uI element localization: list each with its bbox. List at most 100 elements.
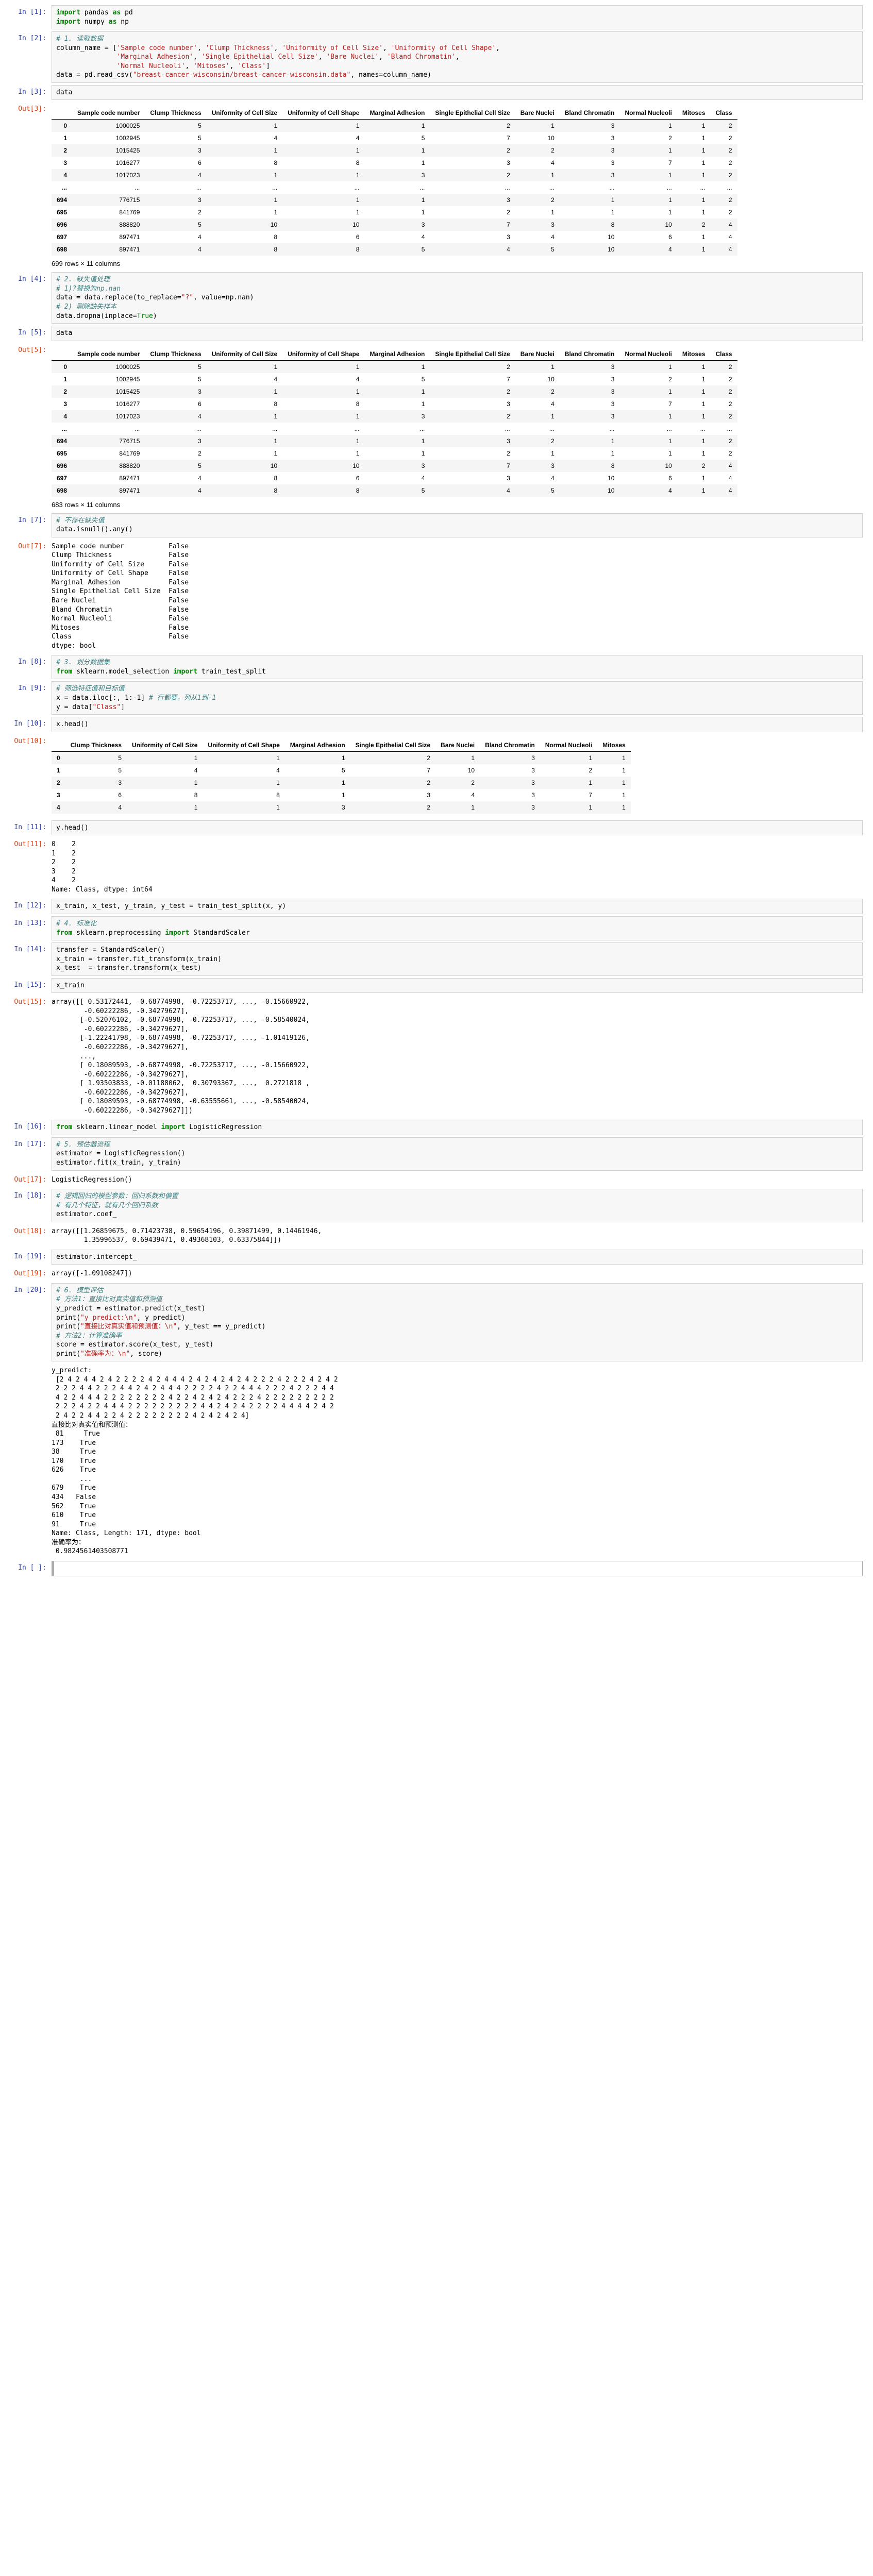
code-cell[interactable]: [52, 1561, 863, 1576]
column-header: Uniformity of Cell Shape: [203, 739, 284, 752]
input-prompt: In [5]:: [10, 326, 52, 341]
output-text: 0 2 1 2 2 2 3 2 4 2 Name: Class, dtype: …: [52, 840, 859, 894]
column-header: Clump Thickness: [145, 107, 206, 120]
table-row: 0511121311: [52, 751, 631, 764]
code-cell[interactable]: x_train, x_test, y_train, y_test = train…: [52, 899, 863, 914]
output-area: Sample code numberClump ThicknessUniform…: [52, 102, 863, 270]
column-header: Mitoses: [677, 107, 711, 120]
column-header: Normal Nucleoli: [540, 739, 597, 752]
output-area: Sample code number False Clump Thickness…: [52, 540, 863, 653]
table-row: 2311122311: [52, 777, 631, 789]
column-header: Bare Nuclei: [515, 348, 560, 361]
code-content: # 逻辑回归的模型参数：回归系数和偏置 # 有几个特征，就有几个回归系数 est…: [56, 1192, 858, 1219]
code-cell[interactable]: # 2. 缺失值处理 # 1)?替换为np.nan data = data.re…: [52, 272, 863, 324]
table-row: ....................................: [52, 423, 737, 435]
output-area: LogisticRegression(): [52, 1173, 863, 1187]
output-prompt: Out[17]:: [10, 1173, 52, 1187]
code-cell[interactable]: # 逻辑回归的模型参数：回归系数和偏置 # 有几个特征，就有几个回归系数 est…: [52, 1189, 863, 1222]
code-cell[interactable]: # 6. 模型评估 # 方法1：直接比对真实值和预测值 y_predict = …: [52, 1283, 863, 1361]
column-header: Uniformity of Cell Size: [207, 107, 282, 120]
code-cell[interactable]: # 1. 读取数据 column_name = ['Sample code nu…: [52, 31, 863, 83]
code-content: x_train, x_test, y_train, y_test = train…: [56, 902, 858, 911]
input-prompt: In [8]:: [10, 655, 52, 679]
code-cell[interactable]: # 不存在缺失值 data.isnull().any(): [52, 513, 863, 537]
output-area: Clump ThicknessUniformity of Cell SizeUn…: [52, 734, 863, 818]
output-prompt: Out[3]:: [10, 102, 52, 270]
column-header: Bland Chromatin: [560, 107, 620, 120]
output-area: Sample code numberClump ThicknessUniform…: [52, 343, 863, 511]
dataframe-table: Sample code numberClump ThicknessUniform…: [52, 107, 737, 256]
input-prompt: In [10]:: [10, 717, 52, 732]
code-cell[interactable]: data: [52, 85, 863, 100]
output-prompt: Out[19]:: [10, 1267, 52, 1281]
input-prompt: In [4]:: [10, 272, 52, 324]
output-text: array([-1.09108247]): [52, 1269, 859, 1278]
code-cell[interactable]: x_train: [52, 978, 863, 994]
code-content: # 4. 标准化 from sklearn.preprocessing impo…: [56, 919, 858, 937]
output-prompt: Out[10]:: [10, 734, 52, 818]
column-header: Normal Nucleoli: [619, 107, 677, 120]
column-header: Sample code number: [72, 107, 145, 120]
column-header: Mitoses: [677, 348, 711, 361]
output-text: LogisticRegression(): [52, 1175, 859, 1185]
output-area: 0 2 1 2 2 2 3 2 4 2 Name: Class, dtype: …: [52, 837, 863, 897]
table-row: 6958417692111211112: [52, 206, 737, 218]
code-cell[interactable]: # 3. 划分数据集 from sklearn.model_selection …: [52, 655, 863, 679]
table-row: 210154253111223112: [52, 385, 737, 398]
code-cell[interactable]: x.head(): [52, 717, 863, 732]
column-header: Class: [711, 348, 737, 361]
row-count: 699 rows × 11 columns: [52, 260, 859, 267]
table-row: 6968888205101037381024: [52, 460, 737, 472]
input-prompt: In [14]:: [10, 942, 52, 976]
table-row: 310162776881343712: [52, 398, 737, 410]
code-cell[interactable]: data: [52, 326, 863, 341]
table-row: 6947767153111321112: [52, 435, 737, 447]
column-header: Uniformity of Cell Shape: [282, 107, 364, 120]
output-prompt: Out[15]:: [10, 995, 52, 1118]
code-cell[interactable]: # 4. 标准化 from sklearn.preprocessing impo…: [52, 916, 863, 940]
code-cell[interactable]: y.head(): [52, 820, 863, 836]
code-content: data: [56, 88, 858, 97]
table-row: 69789747148643410614: [52, 472, 737, 484]
output-text: array([[ 0.53172441, -0.68774998, -0.722…: [52, 998, 859, 1115]
table-row: 6968888205101037381024: [52, 218, 737, 231]
input-prompt: In [9]:: [10, 681, 52, 715]
column-header: Bare Nuclei: [515, 107, 560, 120]
table-row: 010000255111213112: [52, 360, 737, 373]
column-header: Uniformity of Cell Size: [127, 739, 203, 752]
column-header: Marginal Adhesion: [364, 107, 430, 120]
input-prompt: In [3]:: [10, 85, 52, 100]
code-input[interactable]: [58, 1564, 858, 1573]
code-cell[interactable]: # 筛选特征值和目标值 x = data.iloc[:, 1:-1] # 行都要…: [52, 681, 863, 715]
table-row: 4411321311: [52, 801, 631, 814]
code-cell[interactable]: # 5. 预估器流程 estimator = LogisticRegressio…: [52, 1137, 863, 1171]
table-row: 6947767153111321112: [52, 194, 737, 206]
table-row: 15445710321: [52, 764, 631, 777]
column-header: Bland Chromatin: [560, 348, 620, 361]
code-cell[interactable]: transfer = StandardScaler() x_train = tr…: [52, 942, 863, 976]
input-prompt: In [15]:: [10, 978, 52, 994]
table-row: 69789747148643410614: [52, 231, 737, 243]
column-header: Uniformity of Cell Size: [207, 348, 282, 361]
output-text: array([[1.26859675, 0.71423738, 0.596541…: [52, 1227, 859, 1245]
column-header: Class: [711, 107, 737, 120]
input-prompt: In [12]:: [10, 899, 52, 914]
output-text: y_predict: [2 4 2 4 4 2 4 2 2 2 2 4 2 4 …: [52, 1366, 859, 1556]
table-row: 010000255111213112: [52, 120, 737, 132]
code-cell[interactable]: estimator.intercept_: [52, 1250, 863, 1265]
column-header: Normal Nucleoli: [619, 348, 677, 361]
output-area: array([[1.26859675, 0.71423738, 0.596541…: [52, 1224, 863, 1248]
table-row: 6958417692111211112: [52, 447, 737, 460]
code-content: data: [56, 329, 858, 338]
table-row: 1100294554457103212: [52, 373, 737, 385]
code-content: # 1. 读取数据 column_name = ['Sample code nu…: [56, 35, 858, 80]
code-cell[interactable]: import pandas as pd import numpy as np: [52, 5, 863, 29]
row-count: 683 rows × 11 columns: [52, 501, 859, 509]
output-area: array([-1.09108247]): [52, 1267, 863, 1281]
code-cell[interactable]: from sklearn.linear_model import Logisti…: [52, 1120, 863, 1135]
code-content: # 5. 预估器流程 estimator = LogisticRegressio…: [56, 1140, 858, 1168]
table-row: 69889747148854510414: [52, 484, 737, 497]
input-prompt: In [ ]:: [10, 1561, 52, 1576]
input-prompt: In [17]:: [10, 1137, 52, 1171]
code-content: estimator.intercept_: [56, 1253, 858, 1262]
